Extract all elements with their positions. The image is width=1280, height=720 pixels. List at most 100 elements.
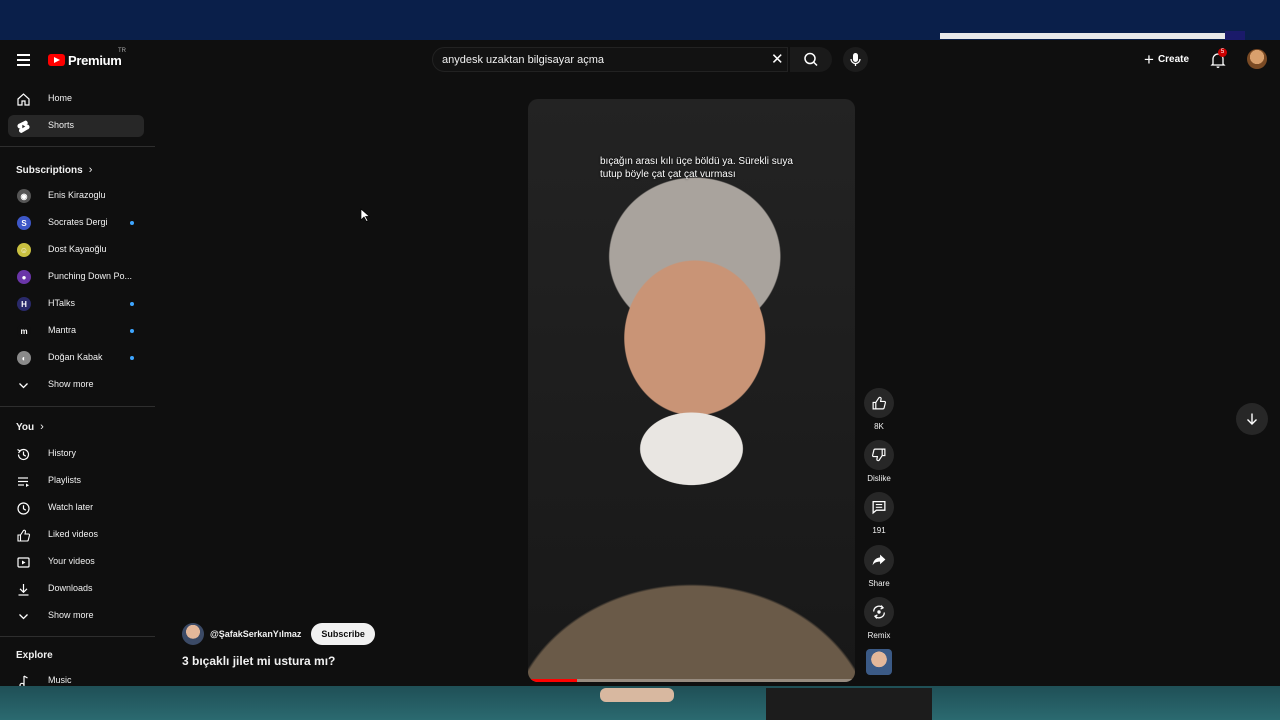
download-icon — [18, 584, 29, 596]
comment-count: 191 — [872, 526, 886, 535]
thumbs-up-icon — [17, 529, 31, 542]
voice-search-button[interactable] — [843, 47, 868, 72]
channel-avatar: ● — [17, 270, 31, 284]
next-short-button[interactable] — [1236, 403, 1268, 435]
sidebar-item-subscription[interactable]: ◉ Enis Kirazoglu — [8, 185, 144, 207]
thumbs-down-icon — [872, 448, 886, 462]
sidebar-item-home[interactable]: Home — [8, 88, 144, 110]
video-title[interactable]: 3 bıçaklı jilet mi ustura mı? — [182, 654, 335, 668]
menu-button[interactable] — [14, 49, 36, 71]
dislike-label: Dislike — [867, 474, 891, 483]
youtube-premium-logo[interactable]: Premium TR — [48, 48, 126, 69]
remix-action: Remix — [864, 597, 894, 640]
home-icon — [17, 93, 30, 106]
plus-icon: + — [1144, 49, 1154, 69]
youtube-play-icon — [48, 54, 65, 66]
search-box: ✕ — [432, 47, 788, 72]
subscribe-button[interactable]: Subscribe — [311, 623, 375, 645]
show-more-subscriptions[interactable]: Show more — [8, 374, 144, 396]
sidebar-item-liked-videos[interactable]: Liked videos — [8, 524, 144, 546]
new-content-dot — [130, 221, 134, 225]
explore-title: Explore — [16, 650, 53, 661]
search-input[interactable] — [442, 52, 742, 68]
remix-button[interactable] — [864, 597, 894, 627]
channel-avatar: m — [17, 324, 31, 338]
search-icon — [804, 52, 818, 67]
sidebar-divider — [0, 406, 155, 407]
chevron-down-icon — [19, 614, 28, 620]
sidebar-item-music[interactable]: Music — [8, 670, 144, 686]
channel-avatar: ☺ — [17, 243, 31, 257]
create-button[interactable]: + Create — [1136, 48, 1197, 70]
you-title: You — [16, 421, 35, 433]
sidebar-item-subscription[interactable]: S Socrates Dergi — [8, 212, 144, 234]
desktop-top-strip — [0, 0, 1280, 40]
sidebar-item-label: Your videos — [48, 556, 95, 566]
sidebar-item-downloads[interactable]: Downloads — [8, 578, 144, 600]
channel-avatar: ◐ — [17, 351, 31, 365]
share-action: Share — [864, 545, 894, 588]
subscriptions-heading[interactable]: Subscriptions › — [16, 164, 92, 176]
create-label: Create — [1157, 53, 1190, 65]
sidebar-item-subscription[interactable]: m Mantra — [8, 320, 144, 342]
notification-badge: 5 — [1218, 48, 1227, 57]
sidebar-item-shorts[interactable]: Shorts — [8, 115, 144, 137]
sidebar-divider — [0, 636, 155, 637]
sidebar-item-subscription[interactable]: ● Punching Down Po... — [8, 266, 144, 288]
account-avatar[interactable] — [1247, 49, 1267, 69]
like-action: 8K — [864, 388, 894, 431]
explore-heading: Explore — [16, 650, 53, 661]
watch-later-icon — [17, 502, 30, 515]
remix-icon — [873, 605, 885, 619]
chevron-right-icon: › — [40, 421, 44, 433]
your-videos-icon — [17, 557, 30, 568]
shorts-video-player[interactable]: bıçağın arası kılı üçe böldü ya. Sürekli… — [528, 99, 855, 682]
sidebar-item-label: Dost Kayaoğlu — [48, 244, 107, 254]
clear-search-icon[interactable]: ✕ — [771, 52, 784, 68]
dislike-action: Dislike — [864, 440, 894, 483]
like-count: 8K — [874, 422, 884, 431]
sidebar-item-label: History — [48, 448, 77, 458]
new-content-dot — [130, 302, 134, 306]
audio-source-thumbnail[interactable] — [866, 649, 892, 675]
remix-label: Remix — [867, 631, 891, 640]
sidebar: Home Shorts Subscriptions › ◉ Enis Kiraz… — [0, 80, 155, 686]
sidebar-item-subscription[interactable]: ◐ Doğan Kabak — [8, 347, 144, 369]
comments-action: 191 — [864, 492, 894, 535]
notifications-button[interactable]: 5 — [1208, 48, 1228, 70]
sidebar-item-label: Enis Kirazoglu — [48, 190, 106, 200]
video-progress-bar[interactable] — [528, 679, 855, 682]
like-button[interactable] — [864, 388, 894, 418]
playlists-icon — [18, 477, 29, 487]
arrow-down-icon — [1247, 413, 1257, 425]
search-button[interactable] — [790, 47, 832, 72]
channel-info: @ŞafakSerkanYılmaz Subscribe — [182, 623, 375, 645]
masthead: Premium TR ✕ + Create — [0, 40, 1280, 80]
history-icon — [17, 448, 30, 461]
sidebar-item-label: Mantra — [48, 325, 77, 335]
channel-avatar[interactable] — [182, 623, 204, 645]
video-progress-fill — [528, 679, 578, 682]
microphone-icon — [850, 53, 861, 66]
menu-icon — [17, 54, 30, 56]
sidebar-item-history[interactable]: History — [8, 443, 144, 465]
you-heading[interactable]: You › — [16, 421, 44, 433]
sidebar-item-subscription[interactable]: H HTalks — [8, 293, 144, 315]
share-button[interactable] — [864, 545, 894, 575]
sidebar-divider — [0, 146, 155, 147]
sidebar-item-playlists[interactable]: Playlists — [8, 470, 144, 492]
sidebar-item-label: Socrates Dergi — [48, 217, 108, 227]
show-more-you[interactable]: Show more — [8, 605, 144, 627]
sidebar-item-subscription[interactable]: ☺ Dost Kayaoğlu — [8, 239, 144, 261]
sidebar-item-label: Shorts — [48, 120, 75, 130]
sidebar-item-label: Show more — [48, 610, 94, 620]
comments-button[interactable] — [864, 492, 894, 522]
sidebar-item-your-videos[interactable]: Your videos — [8, 551, 144, 573]
logo-text: Premium — [68, 52, 122, 68]
desktop-top-strip-corner — [1225, 31, 1245, 40]
channel-handle[interactable]: @ŞafakSerkanYılmaz — [210, 629, 301, 639]
dislike-button[interactable] — [864, 440, 894, 470]
sidebar-item-watch-later[interactable]: Watch later — [8, 497, 144, 519]
desktop-top-strip-bar — [940, 33, 1225, 39]
video-caption: bıçağın arası kılı üçe böldü ya. Sürekli… — [600, 156, 793, 180]
